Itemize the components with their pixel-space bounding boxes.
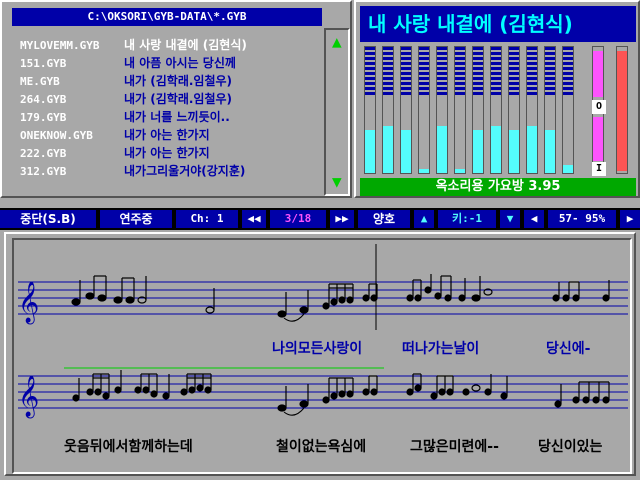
list-item[interactable]: 222.GYB 내가 아는 한가지 [20, 144, 210, 162]
tempo-up-icon[interactable]: ▶ [620, 210, 640, 228]
spectrum-bar [436, 46, 448, 174]
key-down-icon[interactable]: ▼ [500, 210, 520, 228]
tempo-down-icon[interactable]: ◀ [524, 210, 544, 228]
playing-status: 연주중 [100, 210, 172, 228]
file-name: 222.GYB [20, 147, 67, 160]
sheet-music: 𝄞 𝄞 나의모든사랑이 떠나가는날이 당신에- 웃음뒤에서함께하는데 철이없는욕… [12, 238, 632, 474]
spectrum-bar [472, 46, 484, 174]
key-up-icon[interactable]: ▲ [414, 210, 434, 228]
file-name: MYLOVEMM.GYB [20, 39, 100, 52]
lyric-word: 나의모든사랑이 [272, 341, 363, 357]
playback-control-bar: 중단(S.B) 연주중 Ch: 1 ◀◀ 3/18 ▶▶ 양호 ▲ 키:-1 ▼… [0, 208, 640, 230]
stop-button[interactable]: 중단(S.B) [0, 210, 96, 228]
spectrum-bar [418, 46, 430, 174]
file-name: 179.GYB [20, 111, 67, 124]
tempo-indicator: 57- 95% [548, 210, 616, 228]
song-title: 내가 너를 느끼듯이.. [124, 110, 230, 124]
scroll-up-icon[interactable]: ▲ [332, 34, 342, 50]
lyric-word: 그많은미련에-- [410, 439, 499, 455]
list-item[interactable]: 151.GYB 내 아픔 아시는 당신께 [20, 54, 236, 72]
spectrum-bar [526, 46, 538, 174]
list-item[interactable]: 179.GYB 내가 너를 느끼듯이.. [20, 108, 230, 126]
song-title: 내가 아는 한가지 [124, 146, 210, 160]
treble-clef-icon: 𝄞 [18, 375, 39, 418]
list-item[interactable]: ONEKNOW.GYB 내가 아는 한가지 [20, 126, 210, 144]
song-title: 내가 아는 한가지 [124, 128, 210, 142]
treble-clef-icon: 𝄞 [18, 281, 39, 324]
next-track-icon[interactable]: ▶▶ [330, 210, 354, 228]
song-title: 내가 (김학래.임철우) [124, 74, 233, 88]
spectrum-bar [490, 46, 502, 174]
lyric-word: 웃음뒤에서함께하는데 [64, 439, 193, 455]
spectrum-bar [508, 46, 520, 174]
channel-label-o: O [592, 100, 606, 114]
file-name: 312.GYB [20, 165, 67, 178]
file-name: ONEKNOW.GYB [20, 129, 93, 142]
track-counter: 3/18 [270, 210, 326, 228]
channel-indicator[interactable]: Ch: 1 [176, 210, 238, 228]
now-playing-title: 내 사랑 내곁에 (김현식) [360, 6, 636, 42]
scroll-down-icon[interactable]: ▼ [332, 174, 342, 190]
song-title: 내가그리울거야(강지훈) [124, 164, 246, 178]
file-list-scrollbar[interactable]: ▲ ▼ [324, 28, 350, 196]
spectrum-bar [400, 46, 412, 174]
lyric-word: 떠나가는날이 [402, 341, 480, 357]
sound-quality[interactable]: 양호 [358, 210, 410, 228]
file-name: 151.GYB [20, 57, 67, 70]
score-panel: 𝄞 𝄞 나의모든사랑이 떠나가는날이 당신에- 웃음뒤에서함께하는데 철이없는욕… [4, 232, 636, 476]
spectrum-bar [382, 46, 394, 174]
spectrum-panel: 내 사랑 내곁에 (김현식) O I 옥소리용 가요방 3.95 [354, 0, 640, 198]
spectrum-bar [544, 46, 556, 174]
file-name: 264.GYB [20, 93, 67, 106]
list-item[interactable]: ME.GYB 내가 (김학래.임철우) [20, 72, 232, 90]
lyric-word: 당신이있는 [538, 439, 603, 455]
spectrum-bar [364, 46, 376, 174]
file-path-header: C:\OKSORI\GYB-DATA\*.GYB [12, 8, 322, 26]
lyric-word: 당신에- [546, 341, 591, 357]
list-item[interactable]: 312.GYB 내가그리울거야(강지훈) [20, 162, 245, 180]
channel-label-i: I [592, 162, 606, 176]
file-list-panel: C:\OKSORI\GYB-DATA\*.GYB MYLOVEMM.GYB 내 사… [0, 0, 352, 198]
song-file-list: MYLOVEMM.GYB 내 사랑 내곁에 (김현식) 151.GYB 내 아픔 아… [20, 36, 320, 191]
key-indicator: 키:-1 [438, 210, 496, 228]
file-name: ME.GYB [20, 75, 60, 88]
song-title: 내가 (김학래.임철우) [124, 92, 233, 106]
song-title: 내 사랑 내곁에 (김현식) [124, 38, 247, 52]
song-title: 내 아픔 아시는 당신께 [124, 56, 236, 70]
app-version-status: 옥소리용 가요방 3.95 [360, 178, 636, 196]
list-item[interactable]: 264.GYB 내가 (김학래.임철우) [20, 90, 232, 108]
spectrum-bar [562, 46, 574, 174]
list-item[interactable]: MYLOVEMM.GYB 내 사랑 내곁에 (김현식) [20, 36, 247, 54]
spectrum-bar [454, 46, 466, 174]
lyric-word: 철이없는욕심에 [276, 439, 367, 455]
level-meter [616, 46, 628, 174]
prev-track-icon[interactable]: ◀◀ [242, 210, 266, 228]
